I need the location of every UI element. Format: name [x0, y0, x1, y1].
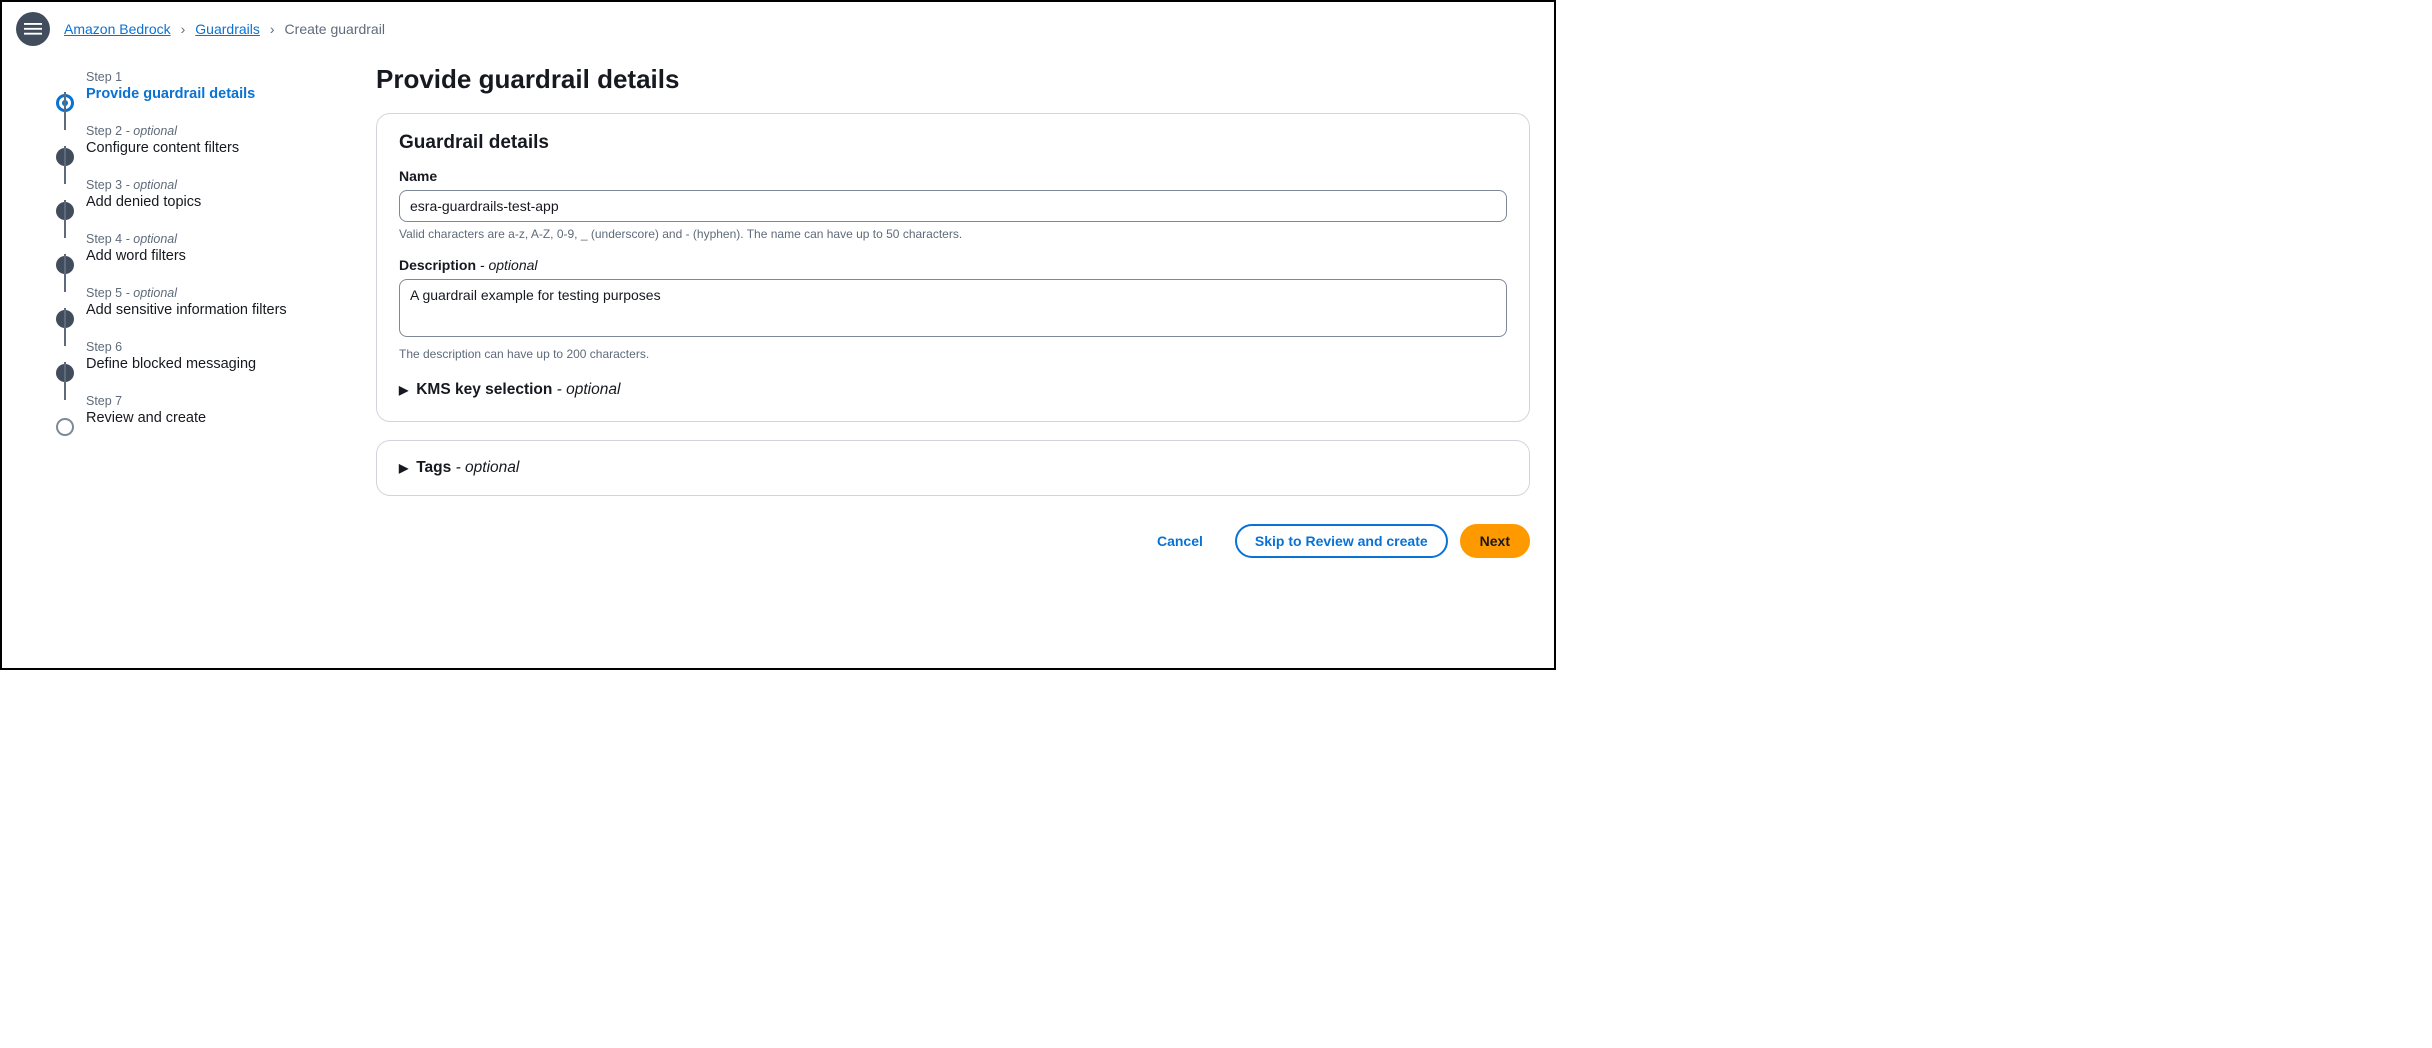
step-2[interactable]: Step 2 - optional Configure content filte…	[56, 124, 336, 156]
panel-title: Guardrail details	[399, 132, 1507, 154]
name-field: Name Valid characters are a-z, A-Z, 0-9,…	[399, 168, 1507, 241]
step-4[interactable]: Step 4 - optional Add word filters	[56, 232, 336, 264]
chevron-right-icon: ›	[270, 21, 275, 37]
step-7[interactable]: Step 7 Review and create	[56, 394, 336, 426]
step-heading: Step 2 - optional	[86, 124, 336, 138]
hamburger-icon	[24, 20, 42, 38]
step-heading: Step 1	[86, 70, 336, 84]
wizard-footer: Cancel Skip to Review and create Next	[376, 514, 1530, 568]
menu-toggle[interactable]	[16, 12, 50, 46]
step-1[interactable]: Step 1 Provide guardrail details	[56, 70, 336, 102]
step-title: Add sensitive information filters	[86, 302, 336, 318]
name-hint: Valid characters are a-z, A-Z, 0-9, _ (u…	[399, 227, 1507, 241]
description-input[interactable]	[399, 279, 1507, 337]
description-label: Description - optional	[399, 257, 1507, 273]
step-title: Add word filters	[86, 248, 336, 264]
breadcrumb-root[interactable]: Amazon Bedrock	[64, 21, 171, 37]
step-5[interactable]: Step 5 - optional Add sensitive informati…	[56, 286, 336, 318]
breadcrumb: Amazon Bedrock › Guardrails › Create gua…	[64, 21, 385, 37]
tags-panel: ▶ Tags - optional	[376, 440, 1530, 496]
step-title: Review and create	[86, 410, 336, 426]
step-heading: Step 3 - optional	[86, 178, 336, 192]
caret-right-icon: ▶	[399, 461, 408, 475]
step-title: Provide guardrail details	[86, 86, 336, 102]
wizard-stepper: Step 1 Provide guardrail details Step 2 - …	[56, 56, 336, 568]
step-6[interactable]: Step 6 Define blocked messaging	[56, 340, 336, 372]
main-content: Provide guardrail details Guardrail deta…	[376, 56, 1540, 568]
description-hint: The description can have up to 200 chara…	[399, 347, 1507, 361]
chevron-right-icon: ›	[181, 21, 186, 37]
step-title: Configure content filters	[86, 140, 336, 156]
breadcrumb-mid[interactable]: Guardrails	[195, 21, 260, 37]
top-bar: Amazon Bedrock › Guardrails › Create gua…	[2, 2, 1554, 56]
breadcrumb-current: Create guardrail	[285, 21, 385, 37]
tags-expando[interactable]: ▶ Tags - optional	[399, 455, 1507, 481]
step-heading: Step 5 - optional	[86, 286, 336, 300]
kms-key-expando[interactable]: ▶ KMS key selection - optional	[399, 377, 1507, 403]
step-title: Define blocked messaging	[86, 356, 336, 372]
guardrail-details-panel: Guardrail details Name Valid characters …	[376, 113, 1530, 422]
skip-button[interactable]: Skip to Review and create	[1235, 524, 1448, 558]
name-input[interactable]	[399, 190, 1507, 222]
cancel-button[interactable]: Cancel	[1137, 524, 1223, 558]
caret-right-icon: ▶	[399, 383, 408, 397]
step-3[interactable]: Step 3 - optional Add denied topics	[56, 178, 336, 210]
step-heading: Step 7	[86, 394, 336, 408]
page-title: Provide guardrail details	[376, 64, 1530, 95]
step-heading: Step 6	[86, 340, 336, 354]
next-button[interactable]: Next	[1460, 524, 1530, 558]
name-label: Name	[399, 168, 1507, 184]
step-title: Add denied topics	[86, 194, 336, 210]
step-heading: Step 4 - optional	[86, 232, 336, 246]
step-indicator-icon	[56, 418, 74, 436]
description-field: Description - optional The description c…	[399, 257, 1507, 361]
